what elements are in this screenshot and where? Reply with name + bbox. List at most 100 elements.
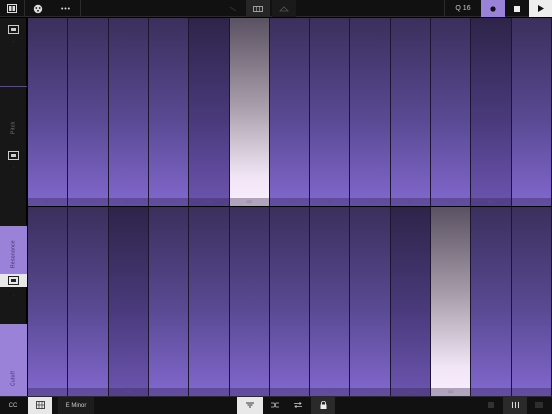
key-pad[interactable]: G2 [431,207,472,396]
swap-icon [294,401,302,410]
record-icon [490,5,496,12]
library-icon [7,4,17,13]
pads-icon [279,5,289,12]
key-note-label: F#2 [406,389,414,394]
key-pad[interactable]: C3 [350,18,391,206]
key-note-label: F#2 [205,199,213,204]
key-note-label: E2 [166,199,172,204]
key-note-label: E2 [367,389,373,394]
modulation-sidebar: ◦ Pitch ◦ Resonance ◦ Cutoff [0,18,27,396]
stop-icon [514,5,520,12]
library-button[interactable] [4,0,20,17]
divider [24,0,25,17]
disabled-button[interactable] [222,0,244,17]
key-pad[interactable]: C2 [269,207,311,396]
cc-button[interactable]: CC [3,397,23,414]
key-note-label: C2 [286,389,293,394]
key-pad[interactable]: D3 [390,18,432,206]
scale-label: E Minor [65,403,87,409]
key-note-label: B1 [45,199,51,204]
pitch-toggle-icon[interactable] [8,21,19,34]
key-note-label: G2 [246,199,252,204]
side-faint-label: ◦ [10,163,17,171]
key-pad[interactable]: F#2 [189,18,230,206]
bottom-toolbar: CC E Minor [0,396,552,414]
key-pad[interactable]: D2 [310,207,351,396]
key-note-label: C3 [367,199,373,204]
key-pad[interactable]: F#2 [390,207,432,396]
key-pad[interactable]: B2 [511,207,552,396]
pitch-lock-icon[interactable] [8,147,19,160]
side-faint-label: ◦ [10,37,17,45]
layout-dense-button[interactable] [528,397,550,414]
stop-button[interactable] [506,0,528,17]
bars-icon [511,402,520,410]
key-pad[interactable]: E1 [68,207,109,396]
key-note-label: D2 [327,389,333,394]
key-pad[interactable]: B1 [229,207,270,396]
key-pad[interactable]: A1 [189,207,230,396]
more-button[interactable] [56,0,74,17]
arrow-icon [229,6,237,12]
key-pad[interactable]: A2 [471,207,512,396]
key-pad[interactable]: E3 [431,18,472,206]
key-note-label: A2 [287,199,292,204]
key-pad[interactable]: B2 [310,18,351,206]
cc-label: CC [8,403,18,409]
key-note-label: A2 [488,389,494,394]
key-pad[interactable]: D2 [108,18,149,206]
key-note-label: F#1 [124,389,132,394]
key-pad[interactable]: B1 [28,18,69,206]
key-note-label: G1 [165,389,172,394]
cutoff-panel[interactable]: Cutoff [0,324,27,396]
key-note-label: B2 [327,199,333,204]
more-icon [60,7,70,10]
keyboard-grid: B1 C2 D2 E2 F#2 G2 A2 B2 C3 D3 E3 F#3 G3 D1 E1 F#1 G1 A1… [28,18,552,396]
shuffle-icon [271,402,279,410]
key-note-label: D3 [407,199,413,204]
key-pad[interactable]: E2 [148,18,190,206]
key-pad[interactable]: G3 [511,18,552,206]
key-note-label: C2 [85,199,91,204]
key-pad[interactable]: C2 [68,18,109,206]
instrument-button[interactable] [30,0,46,17]
key-pad[interactable]: G2 [229,18,270,206]
play-button[interactable] [529,0,552,17]
bars-icon [487,402,495,410]
quantize-button[interactable]: Q 16 [446,0,480,17]
grid-toggle-button[interactable] [28,397,52,414]
record-button[interactable] [481,0,505,17]
key-pad[interactable]: F#1 [108,207,149,396]
key-pad[interactable]: E2 [350,207,391,396]
drum-view-button[interactable] [272,0,296,17]
shuffle-button[interactable] [264,397,286,414]
key-row-top: B1 C2 D2 E2 F#2 G2 A2 B2 C3 D3 E3 F#3 G3 [28,18,552,206]
key-pad[interactable]: G1 [148,207,190,396]
resonance-toggle-icon[interactable] [0,274,27,287]
scale-button[interactable]: E Minor [58,397,94,414]
key-note-label: D1 [45,389,51,394]
key-pad[interactable]: F#3 [471,18,512,206]
key-note-label: A1 [206,389,212,394]
swap-button[interactable] [287,397,309,414]
key-pad[interactable]: A2 [269,18,311,206]
quantize-label: Q 16 [455,5,471,12]
top-toolbar: Q 16 [0,0,552,17]
filter-button[interactable] [237,397,263,414]
side-faint-label: ◦ [10,291,17,299]
key-note-label: G3 [528,199,534,204]
key-row-bottom: D1 E1 F#1 G1 A1 B1 C2 D2 E2 F#2 G2 A2 B2 [28,207,552,396]
layout-medium-button[interactable] [503,397,527,414]
palette-icon [33,4,43,14]
lock-icon [320,400,327,411]
key-pad[interactable]: D1 [28,207,69,396]
cutoff-label: Cutoff [10,370,17,386]
play-icon [537,5,544,12]
key-note-label: B2 [528,389,534,394]
lock-button[interactable] [311,397,335,414]
keyboard-icon [253,5,263,12]
filter-icon [246,402,254,410]
keyboard-view-button[interactable] [246,0,270,17]
layout-two-rows-button[interactable] [480,397,502,414]
key-note-label: G2 [448,389,454,394]
